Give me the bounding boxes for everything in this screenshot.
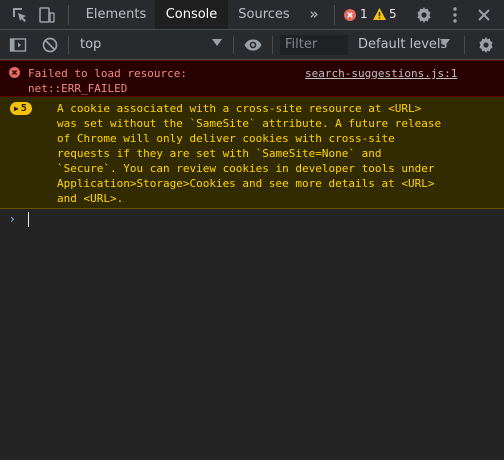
repeat-count: 5 <box>20 103 27 114</box>
warning-count: 5 <box>389 7 397 21</box>
console-error-message: Failed to load resource: net::ERR_FAILED … <box>0 60 504 97</box>
clear-console-icon[interactable] <box>40 35 60 55</box>
tab-elements[interactable]: Elements <box>80 0 152 29</box>
error-icon <box>344 9 356 21</box>
divider <box>68 5 69 25</box>
console-prompt-icon: › <box>10 212 15 226</box>
divider <box>334 5 335 25</box>
eye-icon[interactable] <box>243 35 263 55</box>
divider <box>68 36 69 54</box>
close-icon[interactable] <box>474 5 494 25</box>
error-source-link[interactable]: search-suggestions.js:1 <box>305 66 457 81</box>
error-line: Failed to load resource: <box>28 67 187 80</box>
device-toolbar-icon[interactable] <box>36 5 56 25</box>
warning-line: Application>Storage>Cookies and see more… <box>57 177 435 190</box>
warning-icon <box>373 8 386 20</box>
warning-line: `Secure`. You can review cookies in deve… <box>57 162 435 175</box>
filter-input[interactable]: Filter <box>280 35 348 55</box>
warning-line: was set without the `SameSite` attribute… <box>57 117 442 130</box>
warning-text: A cookie associated with a cross-site re… <box>57 101 441 206</box>
error-text: Failed to load resource:net::ERR_FAILED <box>28 66 187 96</box>
tab-sources[interactable]: Sources <box>232 0 296 29</box>
error-line: net::ERR_FAILED <box>28 82 128 95</box>
expand-triangle-icon: ▶ <box>14 104 19 113</box>
divider <box>233 36 234 54</box>
console-warning-message: ▶ 5 A cookie associated with a cross-site… <box>0 97 504 209</box>
log-levels-dropdown[interactable]: Default levels <box>358 37 447 52</box>
inspect-element-icon[interactable] <box>10 5 30 25</box>
gear-icon[interactable] <box>414 5 434 25</box>
warning-line: A cookie associated with a cross-site re… <box>57 102 422 115</box>
more-options-icon[interactable] <box>445 5 465 25</box>
error-icon <box>9 67 20 78</box>
divider <box>464 36 465 54</box>
warning-line: and <URL>. <box>57 192 124 205</box>
context-selector[interactable]: top <box>80 37 101 52</box>
console-input-caret[interactable] <box>28 212 29 227</box>
devtools-tab-bar: Elements Console Sources » 1 5 <box>0 0 504 30</box>
console-toolbar: top Filter Default levels <box>0 30 504 60</box>
tab-console[interactable]: Console <box>155 0 228 29</box>
warning-line: requests if they are set with `SameSite=… <box>57 147 382 160</box>
chevron-down-icon[interactable] <box>212 39 222 47</box>
more-tabs-button[interactable]: » <box>302 0 326 29</box>
warning-line: of Chrome will only deliver cookies with… <box>57 132 395 145</box>
repeat-count-badge[interactable]: ▶ 5 <box>10 102 32 115</box>
sidebar-toggle-icon[interactable] <box>8 35 28 55</box>
error-count: 1 <box>360 7 368 21</box>
chevron-down-icon[interactable] <box>440 39 450 47</box>
divider <box>272 36 273 54</box>
console-settings-gear-icon[interactable] <box>476 35 496 55</box>
